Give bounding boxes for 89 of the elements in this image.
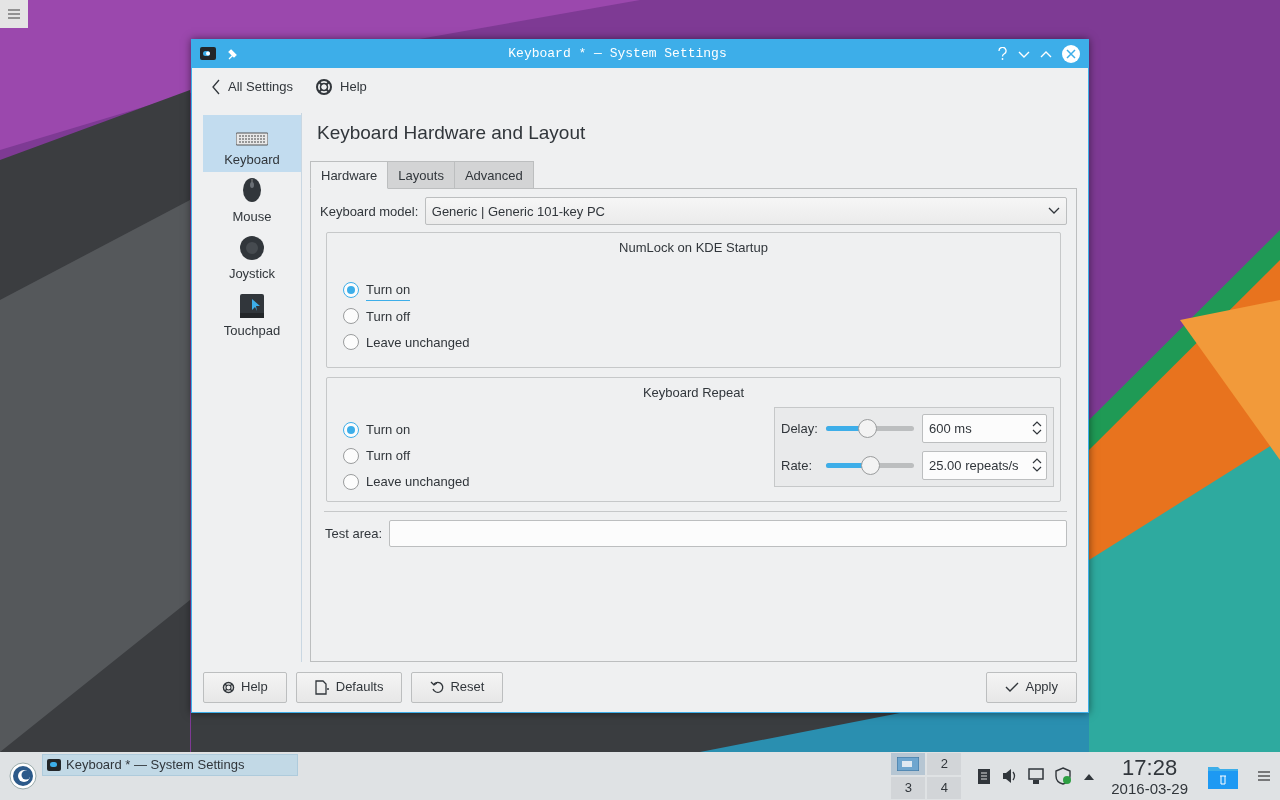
mouse-icon bbox=[241, 175, 263, 204]
tab[interactable]: Layouts bbox=[387, 161, 455, 190]
slider-handle[interactable] bbox=[861, 455, 880, 475]
task-title: Keyboard * — System Settings bbox=[66, 756, 245, 775]
clock-date: 2016-03-29 bbox=[1111, 780, 1188, 796]
app-icon bbox=[47, 758, 61, 772]
app-icon bbox=[200, 46, 216, 62]
close-icon bbox=[1062, 44, 1080, 63]
network-icon bbox=[1028, 767, 1045, 785]
field-label: Delay: bbox=[781, 419, 818, 438]
help-button[interactable]: Help bbox=[315, 76, 367, 97]
back-button[interactable]: All Settings bbox=[212, 76, 294, 97]
radio-button[interactable] bbox=[343, 334, 359, 351]
dropdown-field[interactable]: Generic | Generic 101-key PC bbox=[424, 197, 1067, 226]
lifebuoy-icon bbox=[222, 680, 235, 694]
radio-label[interactable]: Leave unchanged bbox=[366, 472, 470, 492]
tray-icon-button[interactable] bbox=[977, 767, 992, 785]
spin-arrows-icon bbox=[1032, 458, 1042, 473]
sidebar-label: Touchpad bbox=[223, 321, 281, 340]
desktop-button[interactable] bbox=[891, 753, 926, 775]
apply-button[interactable]: Apply bbox=[986, 671, 1077, 703]
menu-button[interactable] bbox=[1258, 771, 1270, 781]
undo-icon bbox=[430, 680, 445, 695]
tab[interactable]: Hardware bbox=[310, 161, 389, 190]
spin-value: 600 ms bbox=[929, 419, 972, 438]
menu-icon bbox=[8, 9, 20, 19]
slider[interactable] bbox=[826, 455, 914, 475]
radio-label[interactable]: Turn off bbox=[366, 446, 411, 466]
menu-button[interactable] bbox=[0, 0, 28, 28]
clock-time: 17:28 bbox=[1122, 756, 1178, 779]
desktop-button[interactable]: 2 bbox=[927, 753, 962, 775]
joystick-icon bbox=[239, 234, 265, 261]
sidebar-label: Joystick bbox=[228, 264, 276, 283]
document-icon bbox=[314, 679, 330, 695]
radio-button[interactable] bbox=[343, 282, 359, 299]
field-label: Test area: bbox=[325, 524, 383, 543]
pin-icon bbox=[226, 47, 238, 61]
keyboard-icon bbox=[236, 130, 268, 147]
spin-value: 25.00 repeats/s bbox=[929, 456, 1019, 475]
dropdown-value: Generic | Generic 101-key PC bbox=[431, 202, 605, 221]
sidebar-label: Keyboard bbox=[224, 150, 280, 169]
radio-label[interactable]: Turn off bbox=[366, 306, 411, 327]
tray-icon-button[interactable] bbox=[1055, 767, 1073, 785]
launcher-icon bbox=[9, 762, 37, 790]
text-field[interactable] bbox=[388, 519, 1067, 547]
help-icon bbox=[997, 46, 1008, 61]
radio-label[interactable]: Turn on bbox=[366, 280, 411, 301]
sidebar-item[interactable]: Keyboard bbox=[203, 115, 301, 173]
checkmark-icon bbox=[1005, 681, 1020, 694]
desktop-button[interactable]: 4 bbox=[927, 777, 962, 799]
speaker-icon bbox=[1002, 767, 1018, 785]
radio-button[interactable] bbox=[343, 421, 359, 438]
slider[interactable] bbox=[826, 418, 914, 438]
help-button[interactable] bbox=[997, 46, 1008, 61]
sidebar-item[interactable]: Touchpad bbox=[203, 286, 301, 344]
touchpad-icon bbox=[240, 293, 264, 318]
clipboard-icon bbox=[977, 767, 992, 785]
desktop-button[interactable]: 3 bbox=[891, 777, 926, 799]
sidebar-label: Mouse bbox=[232, 207, 272, 226]
lifebuoy-icon bbox=[315, 77, 334, 96]
tray-icon-button[interactable] bbox=[1002, 767, 1018, 785]
slider-handle[interactable] bbox=[858, 418, 878, 438]
defaults-button[interactable]: Defaults bbox=[295, 671, 403, 703]
sidebar-item[interactable]: Joystick bbox=[203, 229, 301, 287]
spin-box[interactable]: 25.00 repeats/s bbox=[922, 450, 1047, 480]
field-label: Keyboard model: bbox=[320, 202, 419, 221]
radio-label[interactable]: Leave unchanged bbox=[366, 332, 470, 353]
radio-button[interactable] bbox=[343, 447, 359, 464]
sidebar-item[interactable]: Mouse bbox=[203, 172, 301, 230]
group-title: NumLock on KDE Startup bbox=[618, 238, 769, 257]
radio-label[interactable]: Turn on bbox=[366, 420, 411, 440]
window-thumbnail-icon bbox=[897, 757, 920, 771]
spin-box[interactable]: 600 ms bbox=[922, 413, 1047, 443]
reset-button[interactable]: Reset bbox=[411, 671, 504, 703]
menu-icon bbox=[1258, 771, 1270, 781]
radio-button[interactable] bbox=[343, 473, 359, 490]
radio-button[interactable] bbox=[343, 308, 359, 325]
group-title: Keyboard Repeat bbox=[641, 384, 746, 403]
start-menu-button[interactable] bbox=[9, 762, 37, 790]
task-button[interactable]: Keyboard * — System Settings bbox=[42, 754, 298, 776]
spin-arrows-icon bbox=[1032, 421, 1042, 436]
help-button[interactable]: Help bbox=[203, 671, 287, 703]
tray-icon-button[interactable] bbox=[1028, 767, 1045, 785]
tab[interactable]: Advanced bbox=[453, 161, 534, 190]
close-button[interactable] bbox=[1062, 44, 1080, 63]
page-title: Keyboard Hardware and Layout bbox=[317, 121, 587, 146]
shield-icon bbox=[1055, 767, 1073, 785]
field-label: Rate: bbox=[781, 456, 814, 475]
window-title: Keyboard * — System Settings bbox=[507, 45, 728, 64]
